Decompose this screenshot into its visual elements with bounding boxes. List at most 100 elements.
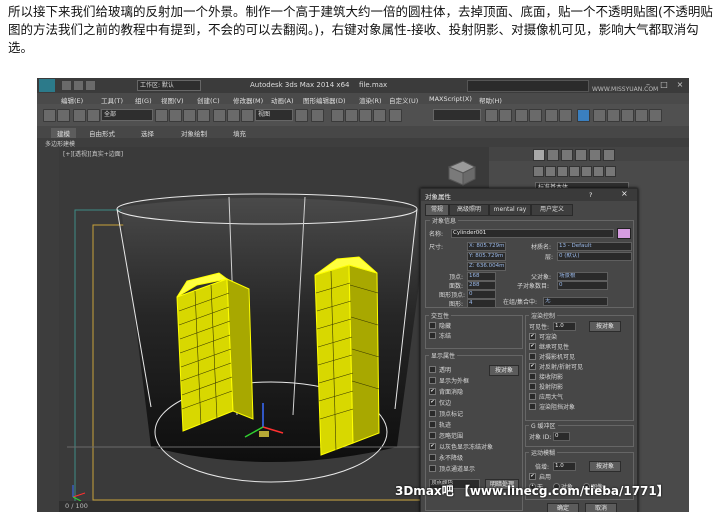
view-cube[interactable]	[447, 160, 477, 186]
redo-arrow-icon[interactable]	[57, 109, 70, 122]
multiplier-field[interactable]: 1.0	[553, 462, 576, 471]
scale-icon[interactable]	[241, 109, 254, 122]
render-option-checkbox[interactable]	[529, 393, 536, 400]
object-id-field[interactable]: 0	[553, 432, 570, 441]
material-editor-icon[interactable]	[577, 109, 590, 122]
reference-coord-dropdown[interactable]: 视图	[255, 109, 293, 121]
ribbon-tab-selection[interactable]: 选择	[141, 128, 154, 138]
object-color-swatch[interactable]	[617, 228, 631, 239]
render-option-checkbox[interactable]: ✔	[529, 363, 536, 370]
help-icon[interactable]: ?	[589, 191, 592, 199]
display-option-checkbox[interactable]	[429, 421, 436, 428]
render-option-checkbox[interactable]: ✔	[529, 333, 536, 340]
space-warps-icon[interactable]	[593, 166, 604, 177]
render-option-checkbox[interactable]	[529, 373, 536, 380]
snap-icon[interactable]	[331, 109, 344, 122]
render-by-object-button[interactable]: 按对象	[589, 321, 621, 332]
render-option-checkbox[interactable]: ✔	[529, 343, 536, 350]
display-by-object-button[interactable]: 按对象	[489, 365, 519, 376]
select-icon[interactable]	[155, 109, 168, 122]
systems-icon[interactable]	[605, 166, 616, 177]
display-option-checkbox[interactable]: ✔	[429, 443, 436, 450]
open-icon[interactable]	[61, 80, 72, 91]
ribbon-tab-object-paint[interactable]: 对象绘制	[181, 128, 207, 138]
motion-blur-enabled-checkbox[interactable]: ✔	[529, 473, 536, 480]
render-option-checkbox[interactable]	[529, 353, 536, 360]
save-icon[interactable]	[73, 80, 84, 91]
unlink-icon[interactable]	[87, 109, 100, 122]
visibility-field[interactable]: 1.0	[553, 322, 576, 331]
layer-manager-icon[interactable]	[515, 109, 528, 122]
search-input[interactable]	[467, 80, 589, 92]
render-setup-icon[interactable]	[593, 109, 606, 122]
app-logo-icon[interactable]	[39, 79, 55, 92]
display-option-checkbox[interactable]	[429, 366, 436, 373]
display-panel-icon[interactable]	[589, 149, 601, 161]
render-option-checkbox[interactable]	[529, 383, 536, 390]
move-icon[interactable]	[213, 109, 226, 122]
shapes-icon[interactable]	[545, 166, 556, 177]
modify-panel-icon[interactable]	[547, 149, 559, 161]
motion-blur-by-object-button[interactable]: 按对象	[589, 461, 621, 472]
select-manipulate-icon[interactable]	[311, 109, 324, 122]
named-selection-dropdown[interactable]	[433, 109, 481, 121]
ok-button[interactable]: 确定	[547, 503, 579, 512]
close-icon[interactable]: ×	[673, 80, 687, 90]
schematic-view-icon[interactable]	[559, 109, 572, 122]
create-panel-icon[interactable]	[533, 149, 545, 161]
tab-advanced-lighting[interactable]: 高级照明	[449, 204, 489, 216]
dialog-close-icon[interactable]: ×	[621, 189, 628, 198]
tab-mental-ray[interactable]: mental ray	[489, 204, 531, 216]
window-crossing-icon[interactable]	[197, 109, 210, 122]
tab-general[interactable]: 常规	[425, 204, 449, 216]
display-option-checkbox[interactable]	[429, 432, 436, 439]
geometry-icon[interactable]	[533, 166, 544, 177]
percent-snap-icon[interactable]	[359, 109, 372, 122]
display-option-checkbox[interactable]: ✔	[429, 399, 436, 406]
undo-arrow-icon[interactable]	[43, 109, 56, 122]
display-option-checkbox[interactable]	[429, 377, 436, 384]
hierarchy-panel-icon[interactable]	[561, 149, 573, 161]
building-right[interactable]	[314, 256, 380, 456]
spinner-snap-icon[interactable]	[373, 109, 386, 122]
pivot-icon[interactable]	[295, 109, 308, 122]
rendered-frame-icon[interactable]	[607, 109, 620, 122]
tab-user-defined[interactable]: 用户定义	[531, 204, 573, 216]
graphite-toggle-icon[interactable]	[529, 109, 542, 122]
select-by-name-icon[interactable]	[169, 109, 182, 122]
undo-icon[interactable]	[85, 80, 96, 91]
menu-item-maxscript[interactable]: MAXScript(X)	[429, 95, 472, 103]
freeze-checkbox[interactable]	[429, 332, 436, 339]
selection-filter-dropdown[interactable]: 全部	[101, 109, 153, 121]
render-icon[interactable]	[621, 109, 634, 122]
display-option-checkbox[interactable]	[429, 410, 436, 417]
rect-selection-icon[interactable]	[183, 109, 196, 122]
angle-snap-icon[interactable]	[345, 109, 358, 122]
display-option-checkbox[interactable]: ✔	[429, 388, 436, 395]
maximize-icon[interactable]: □	[657, 80, 671, 90]
workspace-dropdown[interactable]: 工作区: 默认	[137, 80, 201, 91]
ribbon-tab-modeling[interactable]: 建模	[51, 128, 76, 138]
building-left[interactable]	[176, 272, 254, 432]
display-option-checkbox[interactable]	[429, 454, 436, 461]
utilities-panel-icon[interactable]	[603, 149, 615, 161]
curve-editor-icon[interactable]	[545, 109, 558, 122]
motion-panel-icon[interactable]	[575, 149, 587, 161]
align-icon[interactable]	[499, 109, 512, 122]
ribbon-tab-freeform[interactable]: 自由形式	[89, 128, 115, 138]
display-option-checkbox[interactable]	[429, 465, 436, 472]
render-iterative-icon[interactable]	[649, 109, 662, 122]
render-production-icon[interactable]	[635, 109, 648, 122]
hide-checkbox[interactable]	[429, 322, 436, 329]
render-option-checkbox[interactable]	[529, 403, 536, 410]
cancel-button[interactable]: 取消	[585, 503, 617, 512]
object-name-field[interactable]: Cylinder001	[451, 229, 614, 238]
cameras-icon[interactable]	[569, 166, 580, 177]
mirror-icon[interactable]	[485, 109, 498, 122]
lights-icon[interactable]	[557, 166, 568, 177]
edit-named-selection-icon[interactable]	[389, 109, 402, 122]
ribbon-tab-populate[interactable]: 填充	[233, 128, 246, 138]
rotate-icon[interactable]	[227, 109, 240, 122]
link-icon[interactable]	[73, 109, 86, 122]
helpers-icon[interactable]	[581, 166, 592, 177]
